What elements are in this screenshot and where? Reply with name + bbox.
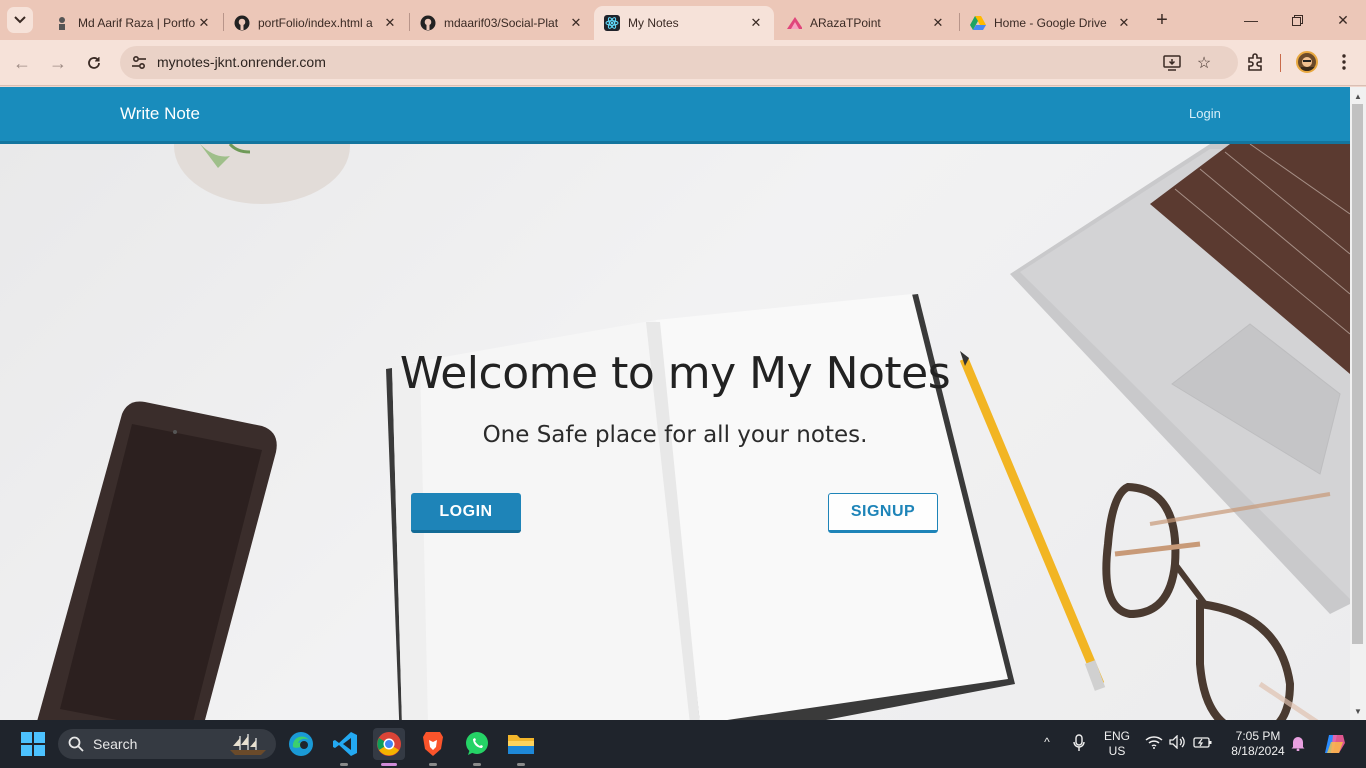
- tab-my-notes[interactable]: My Notes ✕: [594, 6, 774, 40]
- tab-arazatpoint[interactable]: ARazaTPoint ✕: [776, 6, 956, 40]
- brand-link[interactable]: Write Note: [120, 104, 200, 124]
- tab-title: mdaarif03/Social-Plat: [444, 16, 559, 30]
- search-label: Search: [93, 736, 138, 752]
- search-highlight-ship-icon: [230, 734, 266, 755]
- hero-subtitle: One Safe place for all your notes.: [482, 422, 868, 448]
- battery-icon[interactable]: [1193, 735, 1213, 752]
- address-bar[interactable]: mynotes-jknt.onrender.com ☆: [120, 46, 1238, 79]
- nav-login-link[interactable]: Login: [1189, 106, 1221, 121]
- restore-button[interactable]: [1274, 0, 1320, 40]
- signup-button[interactable]: SIGNUP: [828, 493, 938, 533]
- microphone-icon[interactable]: [1070, 734, 1088, 755]
- copilot-icon[interactable]: [1322, 732, 1348, 759]
- close-window-button[interactable]: ✕: [1320, 0, 1366, 40]
- minimize-button[interactable]: —: [1228, 0, 1274, 40]
- forward-button[interactable]: →: [45, 50, 71, 76]
- google-drive-icon: [970, 15, 986, 31]
- clock[interactable]: 7:05 PM 8/18/2024: [1222, 729, 1294, 759]
- install-app-icon[interactable]: [1162, 53, 1182, 73]
- close-icon[interactable]: ✕: [568, 15, 584, 31]
- hero-section: Welcome to my My Notes One Safe place fo…: [0, 144, 1350, 720]
- edge-icon[interactable]: [285, 728, 317, 760]
- tab-portfolio[interactable]: Md Aarif Raza | Portfo ✕: [44, 6, 222, 40]
- windows-taskbar: Search ^ ENG US 7:05 PM 8/18/2024: [0, 720, 1366, 768]
- chevron-down-icon: [14, 16, 26, 24]
- chrome-icon[interactable]: [373, 728, 405, 760]
- reload-icon: [88, 57, 100, 69]
- url-text: mynotes-jknt.onrender.com: [157, 54, 326, 70]
- language-region: US: [1108, 744, 1126, 758]
- show-hidden-icons-chevron-icon[interactable]: ^: [1038, 735, 1056, 749]
- notification-bell-icon[interactable]: [1290, 735, 1306, 754]
- tab-title: ARazaTPoint: [810, 16, 881, 30]
- tab-title: My Notes: [628, 16, 679, 30]
- wifi-icon[interactable]: [1145, 735, 1163, 752]
- chrome-menu-icon[interactable]: [1332, 50, 1356, 74]
- scroll-up-arrow-icon[interactable]: ▲: [1350, 88, 1366, 104]
- back-button[interactable]: ←: [9, 50, 35, 76]
- new-tab-button[interactable]: +: [1150, 8, 1174, 32]
- brave-icon[interactable]: [417, 728, 449, 760]
- tab-title: portFolio/index.html a: [258, 16, 373, 30]
- volume-icon[interactable]: [1169, 734, 1187, 752]
- taskbar-search-box[interactable]: Search: [58, 729, 276, 759]
- tab-github-portfolio[interactable]: portFolio/index.html a ✕: [224, 6, 408, 40]
- tab-title: Md Aarif Raza | Portfo: [78, 16, 196, 30]
- browser-toolbar: ← → mynotes-jknt.onrender.com ☆: [0, 40, 1366, 86]
- tab-strip: Md Aarif Raza | Portfo ✕ portFolio/index…: [0, 0, 1366, 40]
- clock-time: 7:05 PM: [1235, 729, 1281, 743]
- file-explorer-icon[interactable]: [505, 728, 537, 760]
- close-icon[interactable]: ✕: [930, 15, 946, 31]
- tab-google-drive[interactable]: Home - Google Drive ✕: [960, 6, 1142, 40]
- tab-github-social[interactable]: mdaarif03/Social-Plat ✕: [410, 6, 594, 40]
- close-icon[interactable]: ✕: [196, 15, 212, 31]
- whatsapp-icon[interactable]: [461, 728, 493, 760]
- hero-title: Welcome to my My Notes: [399, 348, 951, 399]
- extensions-icon[interactable]: [1243, 50, 1267, 74]
- search-icon: [68, 736, 84, 752]
- windows-start-icon[interactable]: [17, 728, 49, 760]
- scroll-down-arrow-icon[interactable]: ▼: [1350, 703, 1366, 719]
- arazatpoint-icon: [786, 15, 802, 31]
- close-icon[interactable]: ✕: [748, 15, 764, 31]
- tab-search-button[interactable]: [7, 7, 33, 33]
- person-favicon: [54, 15, 70, 31]
- site-navbar: Write Note Login: [0, 87, 1350, 144]
- language-code: ENG: [1103, 729, 1130, 743]
- page-viewport: Welcome to my My Notes One Safe place fo…: [0, 87, 1350, 720]
- reload-button[interactable]: [81, 50, 107, 76]
- react-icon: [604, 15, 620, 31]
- clock-date: 8/18/2024: [1231, 744, 1285, 758]
- language-indicator[interactable]: ENG US: [1100, 729, 1134, 759]
- github-icon: [234, 15, 250, 31]
- vscode-icon[interactable]: [329, 728, 361, 760]
- github-icon: [420, 15, 436, 31]
- close-icon[interactable]: ✕: [382, 15, 398, 31]
- tab-title: Home - Google Drive: [994, 16, 1107, 30]
- scrollbar-thumb[interactable]: [1352, 104, 1363, 644]
- login-button[interactable]: LOGIN: [411, 493, 521, 533]
- profile-avatar[interactable]: [1296, 51, 1318, 73]
- bookmark-star-icon[interactable]: ☆: [1194, 53, 1214, 73]
- close-icon[interactable]: ✕: [1116, 15, 1132, 31]
- site-settings-icon[interactable]: [130, 54, 148, 72]
